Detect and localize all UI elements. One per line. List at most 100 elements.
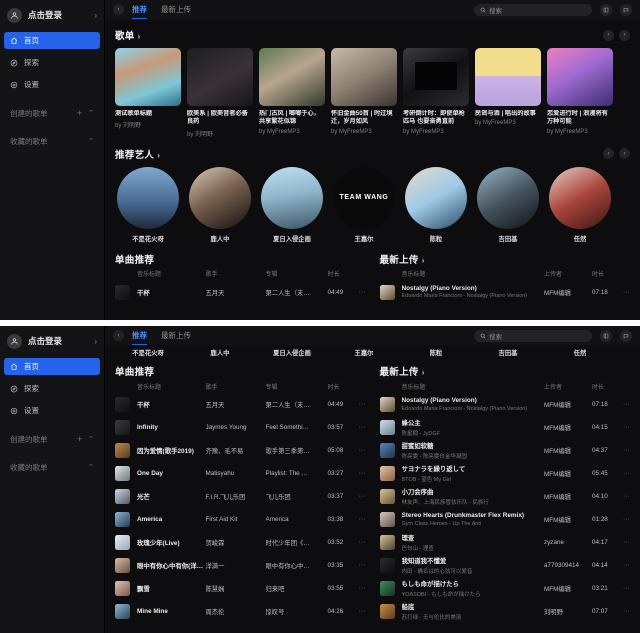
search-input[interactable]: 搜索: [474, 329, 592, 342]
track-more-button[interactable]: ···: [354, 493, 366, 500]
track-more-button[interactable]: ···: [618, 539, 630, 546]
artist-card[interactable]: 陈粒: [403, 166, 469, 243]
table-row[interactable]: 理查 巴句山 - 理查 zyzane 04:17 ···: [379, 531, 630, 554]
search-input[interactable]: 搜索: [474, 3, 592, 16]
table-row[interactable]: 蜂公主 陈星翰 - JyDGF MFM编辑 04:15 ···: [379, 416, 630, 439]
track-more-button[interactable]: ···: [618, 608, 630, 615]
artists-title[interactable]: 推荐艺人 ›: [115, 147, 160, 161]
table-row[interactable]: 我知道我不懂爱 内田 - 确名は的心弦可以爱音 a779309414 04:14 ···: [379, 554, 630, 577]
track-more-button[interactable]: ···: [354, 516, 366, 523]
track-more-button[interactable]: ···: [618, 401, 630, 408]
table-row[interactable]: 因为爱情(歌手2019) 齐豫、毛不易 歌手第三季第… 05:08 ···: [115, 439, 366, 462]
track-more-button[interactable]: ···: [618, 516, 630, 523]
login-button[interactable]: 点击登录 ›: [0, 0, 104, 30]
artist-name[interactable]: 夏日入侵企画: [259, 348, 325, 357]
artist-card[interactable]: 夏日入侵企画: [259, 166, 325, 243]
track-more-button[interactable]: ···: [354, 470, 366, 477]
layout-icon-button[interactable]: [600, 329, 612, 342]
track-more-button[interactable]: ···: [354, 539, 366, 546]
artist-card[interactable]: 任然: [547, 166, 613, 243]
sidebar-item-explore[interactable]: 探索: [4, 54, 100, 71]
track-more-button[interactable]: ···: [354, 447, 366, 454]
playlist-card[interactable]: 欧美系 | 欧美音者必备良药 by 刘明野: [187, 48, 253, 138]
sidebar-item-settings[interactable]: 设置: [4, 402, 100, 419]
track-more-button[interactable]: ···: [354, 585, 366, 592]
sidebar-item-home[interactable]: 首页: [4, 32, 100, 49]
created-playlists-group[interactable]: 创建的歌单 + ⌃: [0, 105, 104, 121]
table-row[interactable]: 眼中有你心中有你(洋满一版)洋满一 眼中有你心中… 03:35 ···: [115, 554, 366, 577]
table-row[interactable]: Infinity Jaymes Young Feel Somethi… 03:57 ··…: [115, 416, 366, 439]
table-row[interactable]: America First Aid Kit America 03:38 ···: [115, 508, 366, 531]
artist-card[interactable]: 鹿人中: [187, 166, 253, 243]
favorite-playlists-group[interactable]: 收藏的歌单 ⌃: [0, 133, 104, 149]
layout-icon-button[interactable]: [600, 3, 612, 16]
track-more-button[interactable]: ···: [618, 424, 630, 431]
track-more-button[interactable]: ···: [354, 424, 366, 431]
table-row[interactable]: 小刀会序曲 林友声、上海民族管弦乐队 - 民族行 MFM编辑 04:10 ···: [379, 485, 630, 508]
playlist-card[interactable]: 考研倒计时：即使单枪匹马 也要奋勇直前 by MyFreeMP3: [403, 48, 469, 138]
carousel-next-button[interactable]: ›: [619, 29, 630, 41]
carousel-prev-button[interactable]: ‹: [603, 29, 614, 41]
tab-recommended[interactable]: 推荐: [132, 0, 147, 19]
chevron-up-icon[interactable]: ⌃: [88, 463, 94, 471]
artist-name[interactable]: 吉田基: [475, 348, 541, 357]
track-more-button[interactable]: ···: [618, 585, 630, 592]
table-row[interactable]: Nostalgy (Piano Version) Edoardo Maria Fr…: [379, 281, 630, 304]
playlist-card[interactable]: 测试歌单标题 by 刘明野: [115, 48, 181, 138]
playlist-card[interactable]: 恋爱进行时 | 浪漫将有万种可能 by MyFreeMP3: [547, 48, 613, 138]
artist-card[interactable]: 吉田基: [475, 166, 541, 243]
table-row[interactable]: サヨナラを繰り返して BTOB - 蓝色 My Girl MFM编辑 05:45 ···: [379, 462, 630, 485]
add-playlist-icon[interactable]: +: [77, 434, 82, 444]
artist-name[interactable]: 任然: [547, 348, 613, 357]
track-more-button[interactable]: ···: [618, 447, 630, 454]
message-icon-button[interactable]: [620, 3, 632, 16]
artist-card[interactable]: TEAM WANG 王嘉尔: [331, 166, 397, 243]
chevron-up-icon[interactable]: ⌃: [88, 435, 94, 443]
track-more-button[interactable]: ···: [618, 289, 630, 296]
track-more-button[interactable]: ···: [354, 562, 366, 569]
artist-card[interactable]: 不是花火呀: [115, 166, 181, 243]
chevron-up-icon[interactable]: ⌃: [88, 137, 94, 145]
tab-latest-upload[interactable]: 最新上传: [161, 0, 191, 19]
track-more-button[interactable]: ···: [354, 401, 366, 408]
add-playlist-icon[interactable]: +: [77, 108, 82, 118]
chevron-up-icon[interactable]: ⌃: [88, 109, 94, 117]
table-row[interactable]: 船底 苏打绿 - 无与伦比的美丽 刘明野 07:07 ···: [379, 600, 630, 623]
carousel-prev-button[interactable]: ‹: [603, 148, 614, 160]
table-row[interactable]: 玫瑰少年(Live) 贺峻霖 时代少年团《… 03:52 ···: [115, 531, 366, 554]
latest-title[interactable]: 最新上传 ›: [380, 364, 425, 378]
back-button[interactable]: ‹: [113, 330, 124, 341]
carousel-next-button[interactable]: ›: [619, 148, 630, 160]
track-more-button[interactable]: ···: [618, 493, 630, 500]
artist-name[interactable]: 陈粒: [403, 348, 469, 357]
playlist-card[interactable]: 民谣与酒 | 唱出的故事 by MyFreeMP3: [475, 48, 541, 138]
back-button[interactable]: ‹: [113, 4, 124, 15]
track-more-button[interactable]: ···: [354, 289, 366, 296]
table-row[interactable]: 甜蜜如软糖 陈亮雯 - 陈亮雯白金华凝固 MFM编辑 04:37 ···: [379, 439, 630, 462]
latest-title[interactable]: 最新上传 ›: [380, 252, 425, 266]
table-row[interactable]: One Day Matisyahu Playlist: The … 03:27 ···: [115, 462, 366, 485]
track-more-button[interactable]: ···: [618, 562, 630, 569]
table-row[interactable]: 干杯 五月天 第二人生（末… 04:49 ···: [115, 281, 366, 304]
favorite-playlists-group[interactable]: 收藏的歌单 ⌃: [0, 459, 104, 475]
playlists-title[interactable]: 歌单 ›: [115, 28, 141, 42]
playlist-card[interactable]: 怀旧金曲50首 | 时过境迁，岁月如风 by MyFreeMP3: [331, 48, 397, 138]
message-icon-button[interactable]: [620, 329, 632, 342]
table-row[interactable]: 飘雪 陈慧娴 归来吧 03:55 ···: [115, 577, 366, 600]
table-row[interactable]: Stereo Hearts (Drunkmaster Flex Remix) Gy…: [379, 508, 630, 531]
table-row[interactable]: Mine Mine 周杰伦 惊叹号 04:26 ···: [115, 600, 366, 623]
sidebar-item-settings[interactable]: 设置: [4, 76, 100, 93]
artist-name[interactable]: 王嘉尔: [331, 348, 397, 357]
login-button[interactable]: 点击登录 ›: [0, 326, 104, 356]
table-row[interactable]: Nostalgy (Piano Version) Edoardo Maria Fr…: [379, 393, 630, 416]
artist-name[interactable]: 不是花火呀: [115, 348, 181, 357]
created-playlists-group[interactable]: 创建的歌单 + ⌃: [0, 431, 104, 447]
tab-recommended[interactable]: 推荐: [132, 326, 147, 345]
table-row[interactable]: もしも命が描けたら YOASOBI - もしも命が描けたら MFM编辑 03:21 ··…: [379, 577, 630, 600]
sidebar-item-home[interactable]: 首页: [4, 358, 100, 375]
table-row[interactable]: 干杯 五月天 第二人生（末… 04:49 ···: [115, 393, 366, 416]
playlist-card[interactable]: 热门古风 | 啷啷于心，共享繁花似锦 by MyFreeMP3: [259, 48, 325, 138]
tab-latest-upload[interactable]: 最新上传: [161, 326, 191, 345]
track-more-button[interactable]: ···: [618, 470, 630, 477]
sidebar-item-explore[interactable]: 探索: [4, 380, 100, 397]
